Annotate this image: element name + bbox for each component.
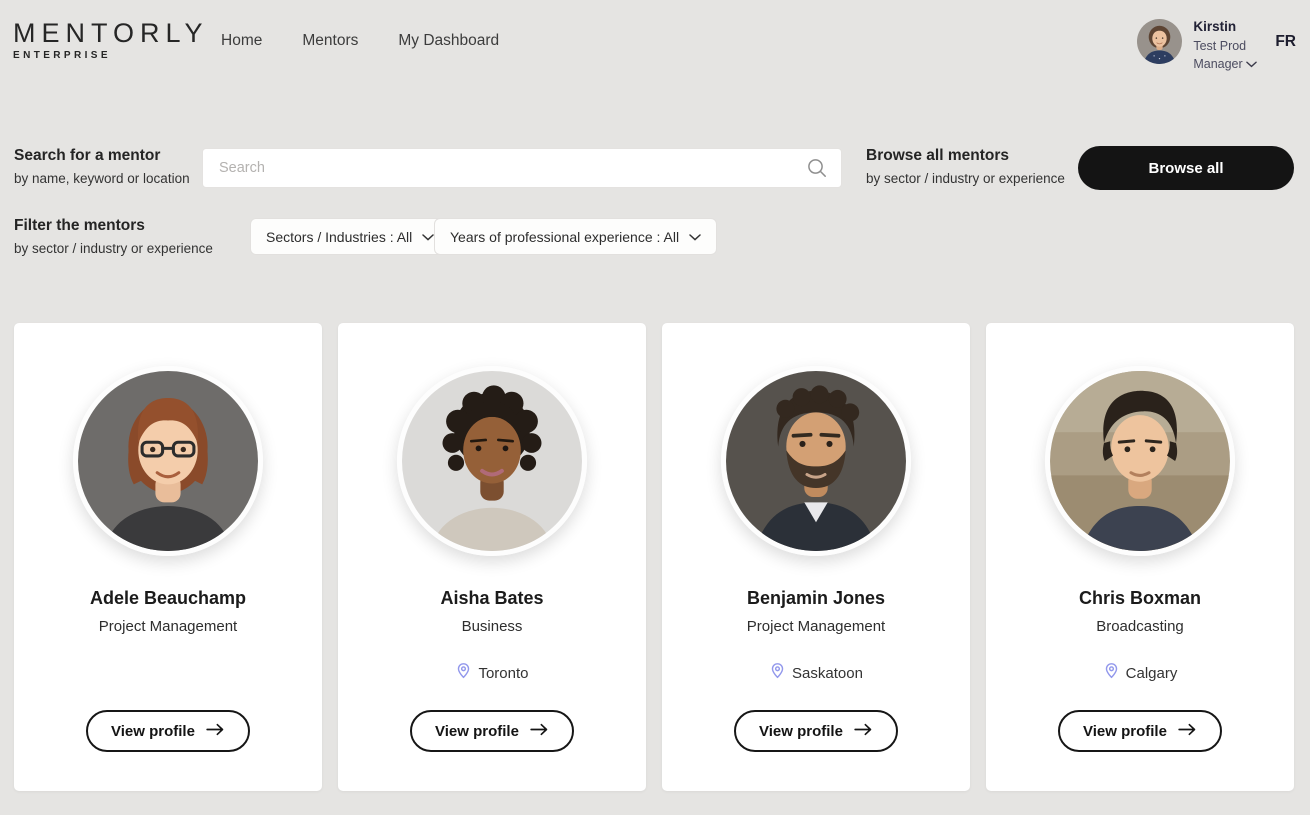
mentor-card: Adele Beauchamp Project Management View … — [14, 323, 322, 791]
search-box — [202, 148, 842, 188]
mentor-card: Aisha Bates Business Toronto View profil… — [338, 323, 646, 791]
user-name: Kirstin — [1193, 19, 1265, 36]
mentor-location: Saskatoon — [769, 662, 863, 684]
app-logo[interactable]: MENTORLY ENTERPRISE — [13, 20, 209, 61]
mentor-avatar — [721, 366, 911, 556]
experience-dropdown-label: Years of professional experience : All — [450, 229, 679, 245]
mentor-location-text: Calgary — [1126, 665, 1178, 682]
location-pin-icon — [455, 662, 472, 684]
chevron-down-icon — [1246, 56, 1257, 74]
mentor-expertise: Project Management — [99, 618, 237, 635]
mentor-name: Aisha Bates — [440, 588, 543, 609]
view-profile-button[interactable]: View profile — [734, 710, 898, 752]
nav-item-mentors[interactable]: Mentors — [302, 32, 358, 50]
mentor-expertise: Broadcasting — [1096, 618, 1184, 635]
mentor-card: Chris Boxman Broadcasting Calgary View p… — [986, 323, 1294, 791]
mentors-page: MENTORLY ENTERPRISE Home Mentors My Dash… — [0, 0, 1310, 815]
sectors-industries-dropdown[interactable]: Sectors / Industries : All — [250, 218, 450, 255]
main-nav: Home Mentors My Dashboard — [221, 32, 499, 50]
user-menu[interactable]: Kirstin Test Prod Manager — [1137, 19, 1265, 74]
browse-all-button[interactable]: Browse all — [1078, 146, 1294, 190]
search-subtitle: by name, keyword or location — [14, 171, 190, 186]
view-profile-button[interactable]: View profile — [410, 710, 574, 752]
filter-subtitle: by sector / industry or experience — [14, 241, 213, 256]
location-pin-icon — [769, 662, 786, 684]
sectors-dropdown-label: Sectors / Industries : All — [266, 229, 412, 245]
search-section-label: Search for a mentor by name, keyword or … — [14, 147, 190, 186]
search-input[interactable] — [219, 160, 805, 176]
mentor-avatar — [73, 366, 263, 556]
app-logo-wordmark: MENTORLY — [13, 20, 209, 47]
user-role: Test Prod Manager — [1193, 38, 1265, 74]
mentor-location-text: Toronto — [478, 665, 528, 682]
filter-section-label: Filter the mentors by sector / industry … — [14, 217, 213, 256]
search-title: Search for a mentor — [14, 147, 190, 165]
view-profile-button[interactable]: View profile — [1058, 710, 1222, 752]
mentor-location-text: Saskatoon — [792, 665, 863, 682]
mentor-photo — [78, 371, 258, 551]
mentor-location: Calgary — [1103, 662, 1178, 684]
mentor-photo — [402, 371, 582, 551]
arrow-right-icon — [854, 723, 873, 739]
mentor-expertise: Business — [462, 618, 523, 635]
mentor-photo — [1050, 371, 1230, 551]
header-user-area: Kirstin Test Prod Manager FR — [1137, 19, 1296, 74]
mentor-location: Toronto — [455, 662, 528, 684]
browse-section-label: Browse all mentors by sector / industry … — [866, 147, 1065, 186]
chevron-down-icon — [422, 228, 434, 246]
browse-title: Browse all mentors — [866, 147, 1065, 165]
mentor-avatar — [397, 366, 587, 556]
mentor-avatar — [1045, 366, 1235, 556]
location-pin-icon — [1103, 662, 1120, 684]
mentor-card: Benjamin Jones Project Management Saskat… — [662, 323, 970, 791]
mentor-card-list: Adele Beauchamp Project Management View … — [14, 323, 1294, 791]
user-avatar — [1137, 19, 1182, 64]
app-logo-edition: ENTERPRISE — [13, 50, 209, 61]
nav-item-home[interactable]: Home — [221, 32, 262, 50]
user-info: Kirstin Test Prod Manager — [1193, 19, 1265, 74]
nav-item-my-dashboard[interactable]: My Dashboard — [398, 32, 499, 50]
arrow-right-icon — [530, 723, 549, 739]
user-avatar-image — [1137, 19, 1182, 64]
experience-dropdown[interactable]: Years of professional experience : All — [434, 218, 717, 255]
mentor-name: Adele Beauchamp — [90, 588, 246, 609]
chevron-down-icon — [689, 228, 701, 246]
mentor-name: Benjamin Jones — [747, 588, 885, 609]
arrow-right-icon — [206, 723, 225, 739]
mentor-photo — [726, 371, 906, 551]
mentor-expertise: Project Management — [747, 618, 885, 635]
arrow-right-icon — [1178, 723, 1197, 739]
browse-subtitle: by sector / industry or experience — [866, 171, 1065, 186]
view-profile-button[interactable]: View profile — [86, 710, 250, 752]
mentor-name: Chris Boxman — [1079, 588, 1201, 609]
language-toggle[interactable]: FR — [1275, 33, 1296, 51]
filter-title: Filter the mentors — [14, 217, 213, 235]
search-icon[interactable] — [805, 156, 829, 180]
